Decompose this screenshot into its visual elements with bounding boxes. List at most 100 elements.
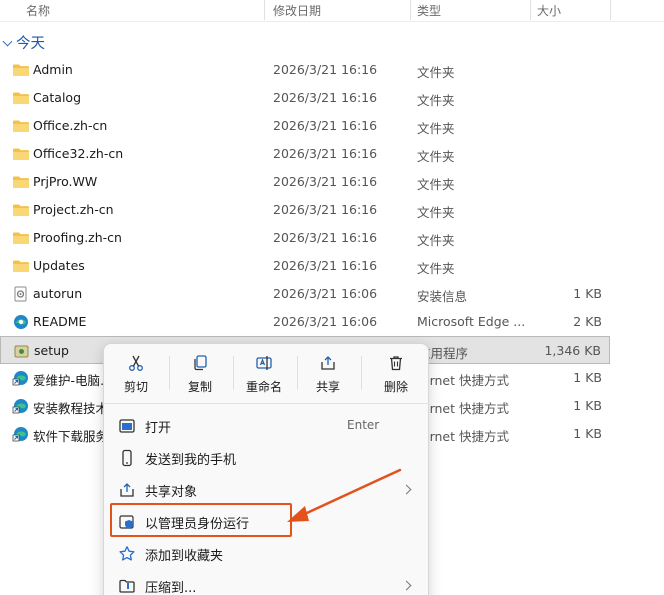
edge-icon xyxy=(12,314,30,330)
menu-item-label: 打开 xyxy=(145,421,172,436)
file-name: README xyxy=(33,314,87,329)
column-divider[interactable] xyxy=(410,0,411,20)
file-type: 文件夹 xyxy=(417,93,455,108)
file-name: Proofing.zh-cn xyxy=(33,230,122,245)
file-date: 2026/3/21 16:16 xyxy=(273,174,378,189)
file-row[interactable]: PrjPro.WW 2026/3/21 16:16 文件夹 xyxy=(0,168,610,196)
menu-item-share-with[interactable]: 共享对象 xyxy=(104,475,430,505)
menu-item-add-favorite[interactable]: 添加到收藏夹 xyxy=(104,539,430,569)
menu-item-label: 发送到我的手机 xyxy=(145,453,237,468)
open-icon xyxy=(118,417,136,435)
column-size[interactable]: 大小 xyxy=(537,2,561,19)
file-date: 2026/3/21 16:16 xyxy=(273,146,378,161)
copy-button[interactable]: 复制 xyxy=(172,354,228,400)
file-date: 2026/3/21 16:16 xyxy=(273,90,378,105)
setup-info-icon xyxy=(12,286,30,302)
file-date: 2026/3/21 16:16 xyxy=(273,118,378,133)
file-size: 1 KB xyxy=(573,370,602,385)
file-type: 文件夹 xyxy=(417,121,455,136)
file-size: 1 KB xyxy=(573,286,602,301)
edge-link-icon xyxy=(12,370,30,386)
context-menu: 剪切 复制 重命名 共享 删除 打开 Enter 发送到我的手机 共享对象 以管理员身份运行 添加… xyxy=(103,343,430,595)
file-name: Catalog xyxy=(33,90,82,105)
edge-link-icon xyxy=(12,426,30,442)
chevron-right-icon xyxy=(401,580,412,591)
file-name: Admin xyxy=(33,62,73,77)
file-date: 2026/3/21 16:16 xyxy=(273,202,378,217)
file-row[interactable]: Project.zh-cn 2026/3/21 16:16 文件夹 xyxy=(0,196,610,224)
folder-icon xyxy=(12,202,30,218)
trash-button[interactable]: 删除 xyxy=(368,354,424,400)
menu-item-label: 压缩到... xyxy=(145,581,197,595)
column-type[interactable]: 类型 xyxy=(417,2,441,19)
shortcut-hint: Enter xyxy=(347,418,380,432)
annotation-highlight-box xyxy=(110,503,292,537)
menu-item-open[interactable]: 打开 Enter xyxy=(104,411,430,441)
file-size: 1,346 KB xyxy=(544,343,601,358)
toolbar-label: 剪切 xyxy=(123,380,148,394)
file-size: 2 KB xyxy=(573,314,602,329)
scissors-icon xyxy=(127,354,145,372)
file-date: 2026/3/21 16:06 xyxy=(273,286,378,301)
file-row[interactable]: Admin 2026/3/21 16:16 文件夹 xyxy=(0,56,610,84)
file-name: Updates xyxy=(33,258,85,273)
share-icon xyxy=(319,354,337,372)
file-date: 2026/3/21 16:16 xyxy=(273,258,378,273)
file-type: ternet 快捷方式 xyxy=(417,401,509,416)
file-type: 文件夹 xyxy=(417,65,455,80)
file-type: 文件夹 xyxy=(417,177,455,192)
file-row[interactable]: Proofing.zh-cn 2026/3/21 16:16 文件夹 xyxy=(0,224,610,252)
file-type: 文件夹 xyxy=(417,233,455,248)
file-type: 文件夹 xyxy=(417,149,455,164)
phone-icon xyxy=(118,449,136,467)
toolbar-divider xyxy=(169,356,170,390)
column-divider[interactable] xyxy=(610,0,611,20)
file-type: 安装信息 xyxy=(417,289,468,304)
toolbar-divider xyxy=(361,356,362,390)
share-button[interactable]: 共享 xyxy=(300,354,356,400)
file-row[interactable]: autorun 2026/3/21 16:06 安装信息 1 KB xyxy=(0,280,610,308)
folder-icon xyxy=(12,174,30,190)
context-toolbar: 剪切 复制 重命名 共享 删除 xyxy=(104,344,430,404)
file-size: 1 KB xyxy=(573,398,602,413)
folder-icon xyxy=(12,230,30,246)
trash-icon xyxy=(387,354,405,372)
file-row[interactable]: Catalog 2026/3/21 16:16 文件夹 xyxy=(0,84,610,112)
toolbar-label: 删除 xyxy=(383,380,408,394)
file-name: autorun xyxy=(33,286,83,301)
file-row[interactable]: Office.zh-cn 2026/3/21 16:16 文件夹 xyxy=(0,112,610,140)
menu-item-send-to-phone[interactable]: 发送到我的手机 xyxy=(104,443,430,473)
rename-button[interactable]: 重命名 xyxy=(236,354,292,400)
copy-icon xyxy=(191,354,209,372)
column-header: 名称 修改日期 类型 大小 xyxy=(0,0,664,22)
toolbar-label: 共享 xyxy=(315,380,340,394)
file-type: ternet 快捷方式 xyxy=(417,373,509,388)
file-type: 文件夹 xyxy=(417,205,455,220)
chevron-right-icon xyxy=(401,484,412,495)
file-type: Microsoft Edge ... xyxy=(417,314,526,329)
menu-item-label: 共享对象 xyxy=(145,485,198,500)
toolbar-divider xyxy=(233,356,234,390)
file-row[interactable]: Updates 2026/3/21 16:16 文件夹 xyxy=(0,252,610,280)
chevron-down-icon xyxy=(2,36,13,47)
edge-link-icon xyxy=(12,398,30,414)
scissors-button[interactable]: 剪切 xyxy=(108,354,164,400)
file-name: PrjPro.WW xyxy=(33,174,98,189)
toolbar-divider xyxy=(297,356,298,390)
folder-icon xyxy=(12,90,30,106)
column-name[interactable]: 名称 xyxy=(26,2,50,19)
column-date[interactable]: 修改日期 xyxy=(273,2,321,19)
file-size: 1 KB xyxy=(573,426,602,441)
file-row[interactable]: README 2026/3/21 16:06 Microsoft Edge ... 2… xyxy=(0,308,610,336)
file-row[interactable]: Office32.zh-cn 2026/3/21 16:16 文件夹 xyxy=(0,140,610,168)
column-divider[interactable] xyxy=(530,0,531,20)
file-date: 2026/3/21 16:16 xyxy=(273,62,378,77)
star-icon xyxy=(118,545,136,563)
file-type: 文件夹 xyxy=(417,261,455,276)
menu-item-label: 添加到收藏夹 xyxy=(145,549,224,564)
folder-icon xyxy=(12,258,30,274)
column-divider[interactable] xyxy=(264,0,265,20)
setup-exe-icon xyxy=(13,343,31,359)
zip-icon xyxy=(118,577,136,595)
menu-item-compress[interactable]: 压缩到... xyxy=(104,571,430,595)
